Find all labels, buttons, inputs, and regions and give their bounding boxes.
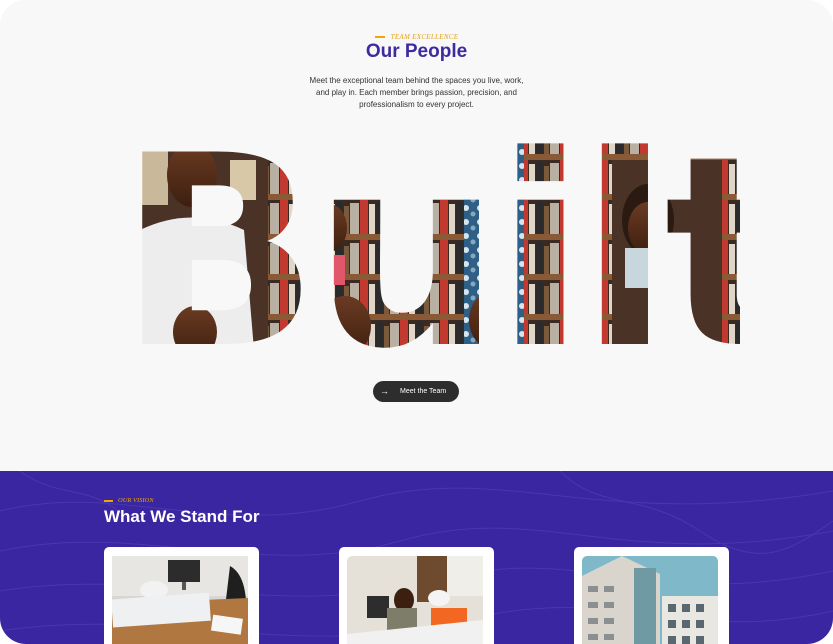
value-card[interactable] xyxy=(339,547,494,644)
page-frame: TEAM EXCELLENCE Our People Meet the exce… xyxy=(0,0,833,644)
engineers-reviewing-plans-photo xyxy=(347,556,483,644)
description-line: Meet the exceptional team behind the spa… xyxy=(309,76,524,85)
value-card[interactable] xyxy=(574,547,729,644)
apartment-building-photo xyxy=(582,556,718,644)
office-desk-photo xyxy=(112,556,248,644)
section-description: Meet the exceptional team behind the spa… xyxy=(300,75,533,111)
eyebrow-dash xyxy=(104,499,113,502)
built-photo-collage-word: Built xyxy=(118,140,740,360)
value-card[interactable] xyxy=(104,547,259,644)
our-people-section: TEAM EXCELLENCE Our People Meet the exce… xyxy=(0,0,833,471)
our-vision-eyebrow: OUR VISION xyxy=(104,497,154,504)
description-line: professionalism to every project. xyxy=(359,100,474,109)
meet-the-team-button[interactable]: → Meet the Team xyxy=(373,381,459,402)
vision-title: What We Stand For xyxy=(104,507,260,526)
our-vision-section: OUR VISION What We Stand For xyxy=(0,471,833,644)
eyebrow-text: TEAM EXCELLENCE xyxy=(390,33,459,41)
team-excellence-eyebrow: TEAM EXCELLENCE xyxy=(0,33,833,41)
eyebrow-dash xyxy=(374,36,385,38)
description-line: and play in. Each member brings passion,… xyxy=(316,88,517,97)
eyebrow-text: OUR VISION xyxy=(118,497,154,504)
arrow-right-icon: → xyxy=(380,386,389,396)
section-title: Our People xyxy=(365,41,468,62)
cta-label: Meet the Team xyxy=(400,388,447,395)
